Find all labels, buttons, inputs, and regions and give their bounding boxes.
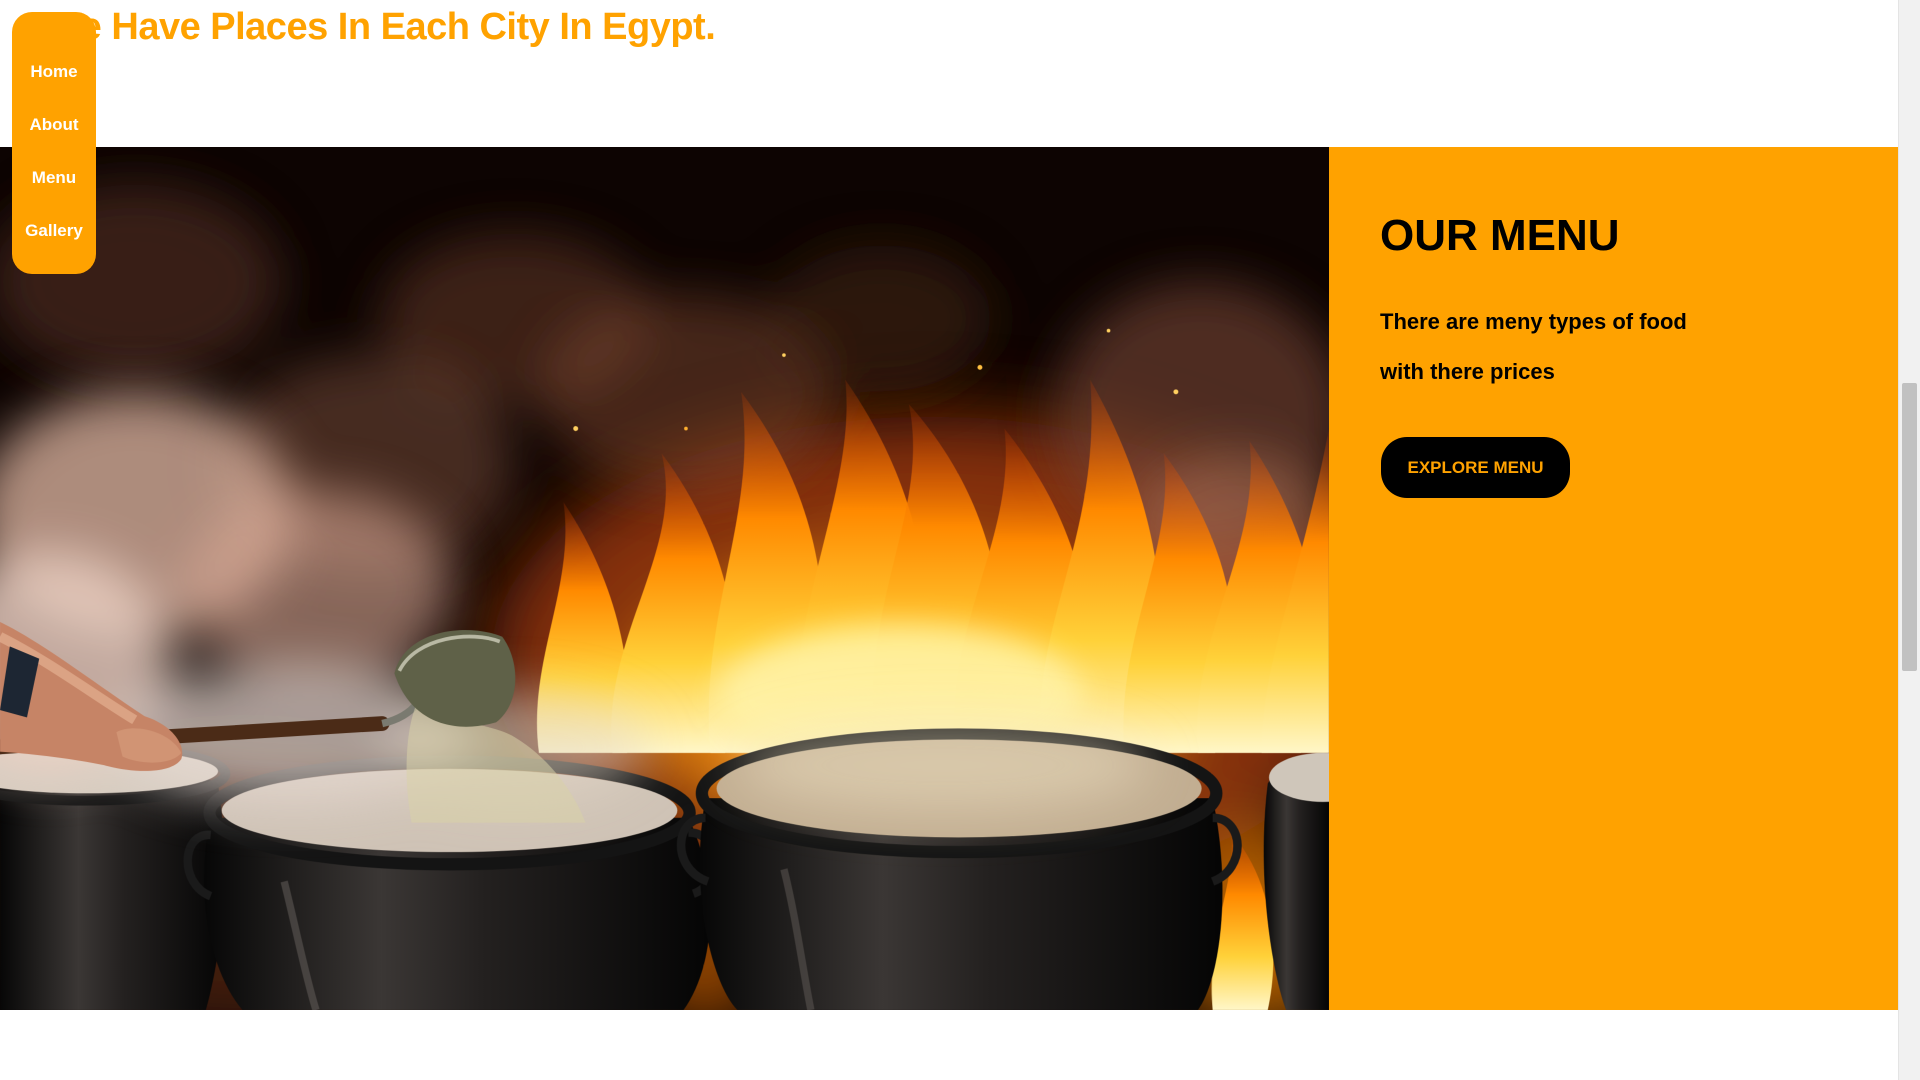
- menu-title: OUR MENU: [1380, 211, 1620, 260]
- nav-item-home[interactable]: Home: [12, 45, 96, 98]
- menu-description-line-1: There are meny types of food: [1380, 309, 1687, 334]
- nav-item-about[interactable]: About: [12, 98, 96, 151]
- menu-panel: OUR MENU There are meny types of food wi…: [1329, 147, 1898, 1010]
- page-heading: We Have Places In Each City In Egypt.: [46, 6, 716, 48]
- nav-item-gallery[interactable]: Gallery: [12, 204, 96, 257]
- page: We Have Places In Each City In Egypt. Ho…: [0, 0, 1920, 1080]
- menu-section: OUR MENU There are meny types of food wi…: [0, 147, 1898, 1010]
- scrollbar-thumb[interactable]: [1902, 383, 1917, 671]
- nav-item-menu[interactable]: Menu: [12, 151, 96, 204]
- hero-image: [0, 147, 1329, 1010]
- explore-menu-button[interactable]: EXPLORE MENU: [1381, 437, 1570, 498]
- side-nav: Home About Menu Gallery: [12, 12, 96, 274]
- menu-description-line-2: with there prices: [1380, 359, 1555, 384]
- scrollbar[interactable]: [1898, 0, 1920, 1080]
